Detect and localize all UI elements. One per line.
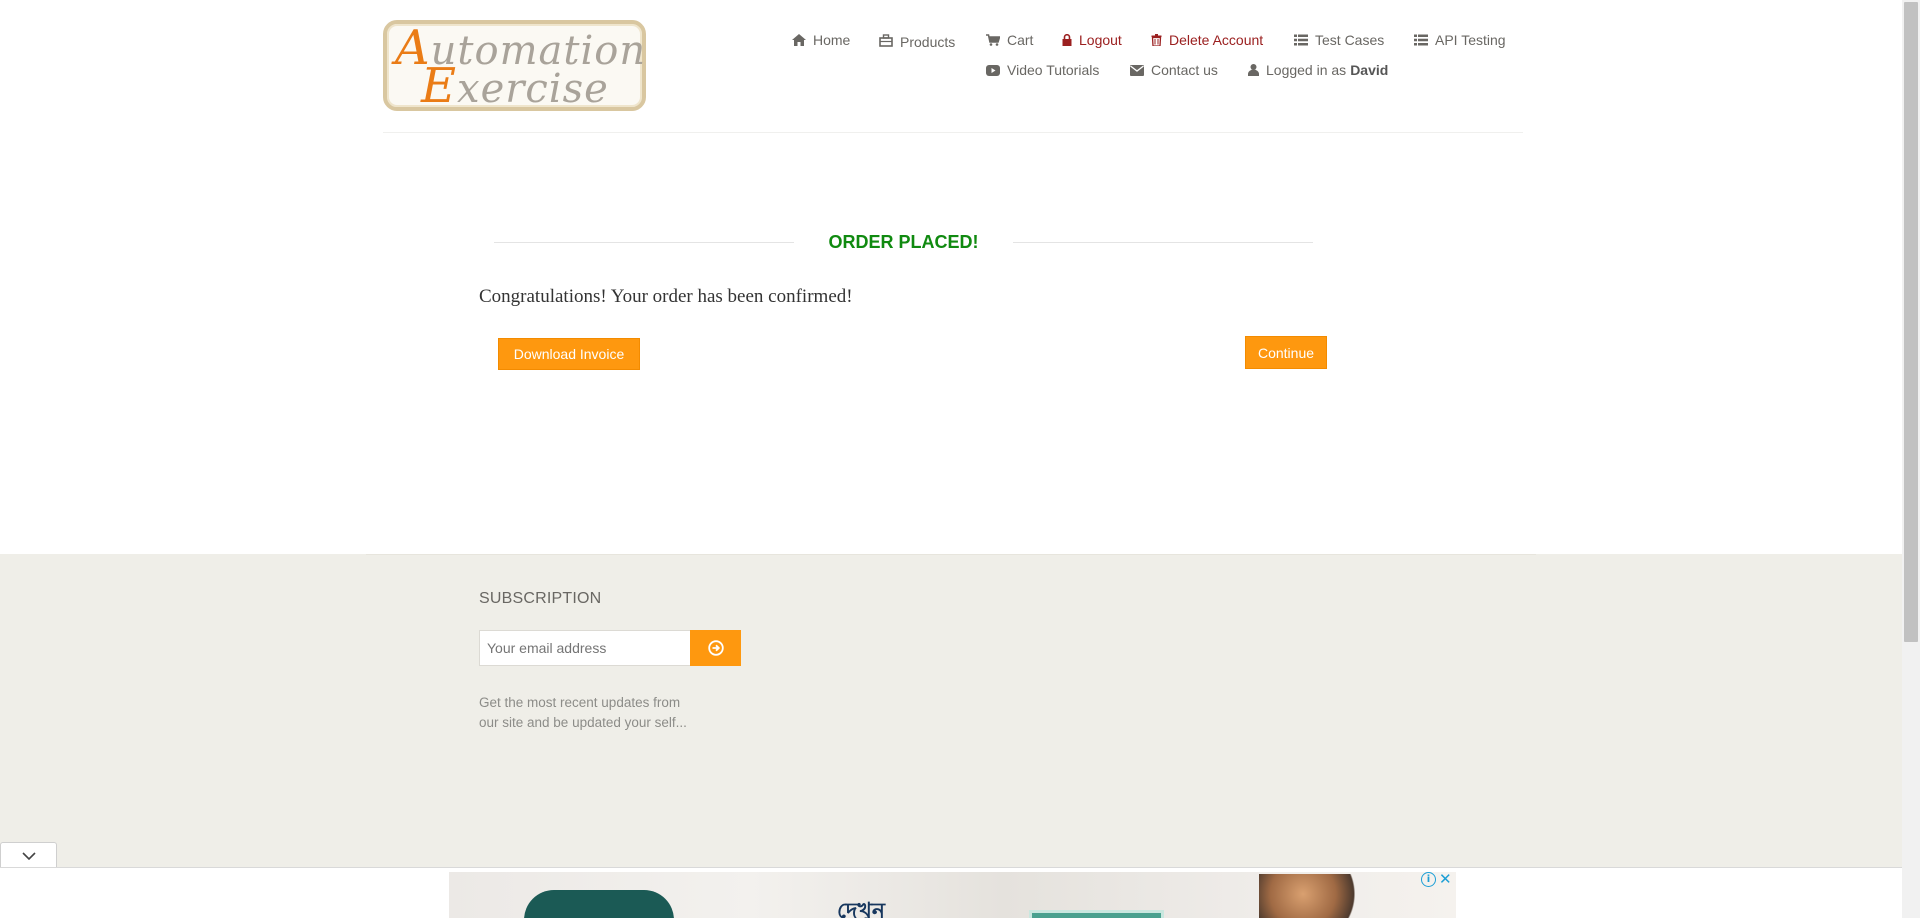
nav-test-cases-label: Test Cases bbox=[1315, 32, 1385, 48]
title-line-right bbox=[1013, 242, 1313, 243]
ad-info-icon[interactable]: i bbox=[1421, 872, 1436, 887]
ad-controls: i ✕ bbox=[1421, 872, 1452, 887]
site-logo[interactable]: Automation Exercise bbox=[383, 20, 646, 111]
subscription-title: SUBSCRIPTION bbox=[479, 590, 602, 607]
nav-products-label: Products bbox=[900, 34, 956, 50]
order-placed-title: ORDER PLACED! bbox=[828, 232, 979, 252]
ad-banner-text: দেখুন bbox=[837, 899, 886, 918]
cart-icon bbox=[986, 34, 1000, 46]
logo-text-exercise: xercise bbox=[457, 66, 609, 112]
nav-logout[interactable]: Logout bbox=[1062, 30, 1122, 50]
nav-products[interactable]: Products bbox=[879, 30, 955, 50]
nav-test-cases[interactable]: Test Cases bbox=[1294, 30, 1384, 50]
ad-collapse-toggle[interactable] bbox=[0, 842, 57, 868]
order-confirmation-message: Congratulations! Your order has been con… bbox=[479, 286, 853, 307]
nav-cart[interactable]: Cart bbox=[986, 30, 1033, 50]
ad-banner-image[interactable]: দেখুন bbox=[449, 872, 1456, 918]
nav-logout-label: Logout bbox=[1079, 32, 1122, 48]
chevron-down-icon bbox=[21, 851, 36, 860]
header-divider bbox=[383, 132, 1523, 133]
ad-close-icon[interactable]: ✕ bbox=[1439, 872, 1452, 887]
order-title-row: ORDER PLACED! bbox=[494, 230, 1313, 254]
site-footer: SUBSCRIPTION Get the most recent updates… bbox=[0, 554, 1902, 918]
user-icon bbox=[1248, 64, 1259, 76]
logo-cap-e: E bbox=[421, 58, 458, 114]
nav-api-testing-label: API Testing bbox=[1435, 32, 1506, 48]
nav-delete-account-label: Delete Account bbox=[1169, 32, 1264, 48]
trash-icon bbox=[1151, 34, 1162, 46]
list-icon bbox=[1414, 34, 1428, 46]
logged-in-username: David bbox=[1350, 62, 1389, 78]
scrollbar-thumb[interactable] bbox=[1904, 2, 1918, 642]
nav-home-label: Home bbox=[813, 32, 851, 48]
ad-graphic-green bbox=[1029, 910, 1164, 918]
nav-video-tutorials-label: Video Tutorials bbox=[1007, 62, 1100, 78]
arrow-circle-right-icon bbox=[707, 640, 724, 656]
nav-delete-account[interactable]: Delete Account bbox=[1151, 30, 1263, 50]
ad-graphic-dark bbox=[524, 890, 674, 918]
subscribe-button[interactable] bbox=[690, 630, 741, 666]
envelope-icon bbox=[1130, 64, 1144, 76]
nav-cart-label: Cart bbox=[1007, 32, 1034, 48]
list-icon bbox=[1294, 34, 1308, 46]
nav-home[interactable]: Home bbox=[792, 30, 850, 50]
youtube-icon bbox=[986, 64, 1000, 76]
logo-line-2: Exercise bbox=[421, 62, 609, 112]
nav-contact-us-label: Contact us bbox=[1151, 62, 1218, 78]
nav-logged-in-as: Logged in as David bbox=[1248, 60, 1388, 80]
products-icon bbox=[879, 33, 893, 47]
continue-button[interactable]: Continue bbox=[1245, 336, 1327, 369]
subscription-description: Get the most recent updates from our sit… bbox=[479, 695, 687, 730]
title-line-left bbox=[494, 242, 794, 243]
nav-video-tutorials[interactable]: Video Tutorials bbox=[986, 60, 1099, 80]
nav-contact-us[interactable]: Contact us bbox=[1130, 60, 1218, 80]
site-header: Automation Exercise Home Products Cart L… bbox=[0, 0, 1902, 134]
download-invoice-button[interactable]: Download Invoice bbox=[498, 338, 640, 370]
lock-icon bbox=[1062, 34, 1072, 46]
ad-graphic-person bbox=[1259, 874, 1369, 918]
vertical-scrollbar[interactable] bbox=[1902, 0, 1920, 918]
home-icon bbox=[792, 34, 806, 46]
footer-divider bbox=[366, 554, 1536, 555]
subscription-email-input[interactable] bbox=[479, 630, 691, 666]
nav-api-testing[interactable]: API Testing bbox=[1414, 30, 1506, 50]
logged-in-prefix: Logged in as bbox=[1266, 62, 1347, 78]
